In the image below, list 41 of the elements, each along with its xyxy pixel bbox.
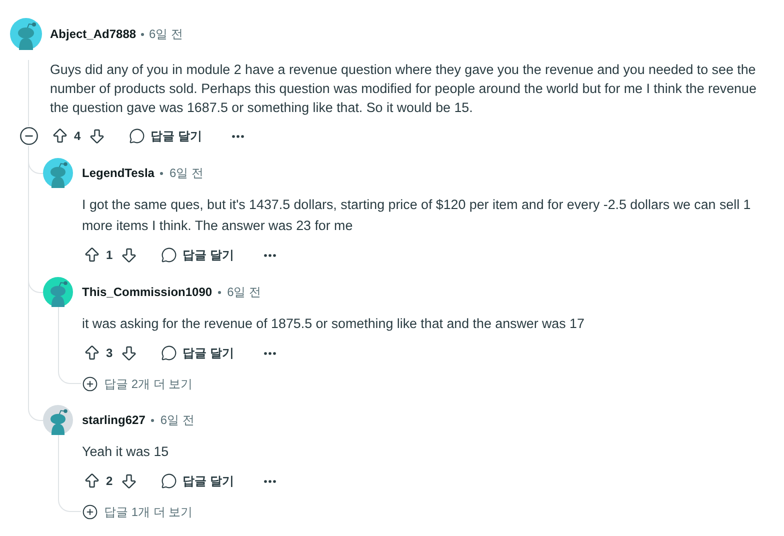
timestamp: 6일 전 xyxy=(149,26,184,42)
username[interactable]: Abject_Ad7888 xyxy=(50,27,136,41)
comment-text: Yeah it was 15 xyxy=(82,443,170,461)
avatar-icon[interactable] xyxy=(10,18,42,50)
avatar-icon[interactable] xyxy=(43,158,73,188)
username[interactable]: starling627 xyxy=(82,413,146,427)
reply-button[interactable]: 답글 달기 xyxy=(154,339,240,367)
vote-count: 4 xyxy=(74,129,81,143)
vote-count: 1 xyxy=(106,248,113,262)
comment-text: Guys did any of you in module 2 have a revenue question where they gave you the revenue and you needed to see the number of products sold. Perhaps this question was modified for people around the world but for me I think the revenue the question gave was 1687.5 or something like that. So it would be 15. xyxy=(50,61,758,117)
avatar-icon[interactable] xyxy=(43,405,73,435)
vote-count: 2 xyxy=(106,474,113,488)
username[interactable]: This_Commission1090 xyxy=(82,285,212,299)
separator-dot xyxy=(218,290,222,294)
plus-icon xyxy=(82,376,98,392)
more-replies-link[interactable]: 답글 2개 더 보기 xyxy=(82,376,193,392)
comment-text: I got the same ques, but it's 1437.5 dollars, starting price of $120 per item and for every -2.5 dollars we can sell 1 more items I think. The answer was 23 for me xyxy=(82,196,752,235)
separator-dot xyxy=(151,418,154,422)
ellipsis-icon xyxy=(232,134,244,138)
reply-button[interactable]: 답글 달기 xyxy=(154,241,240,269)
separator-dot xyxy=(141,32,144,36)
more-replies-link[interactable]: 답글 1개 더 보기 xyxy=(82,504,193,520)
speech-bubble-icon xyxy=(160,345,177,361)
timestamp: 6일 전 xyxy=(227,284,262,300)
username[interactable]: LegendTesla xyxy=(82,166,154,180)
timestamp: 6일 전 xyxy=(160,412,194,428)
comment-text: it was asking for the revenue of 1875.5 or something like that and the answer was 17 xyxy=(82,315,586,333)
reply-button[interactable]: 답글 달기 xyxy=(122,122,208,150)
separator-dot xyxy=(160,172,164,174)
ellipsis-icon xyxy=(264,480,276,482)
plus-icon xyxy=(82,504,98,520)
ellipsis-icon xyxy=(264,254,276,256)
speech-bubble-icon xyxy=(160,247,177,263)
vote-count: 3 xyxy=(106,346,113,360)
avatar-icon[interactable] xyxy=(43,277,73,307)
reply-button[interactable]: 답글 달기 xyxy=(154,467,240,495)
ellipsis-icon xyxy=(264,352,276,354)
speech-bubble-icon xyxy=(128,128,145,144)
timestamp: 6일 전 xyxy=(169,164,204,182)
collapse-button[interactable] xyxy=(19,126,39,146)
speech-bubble-icon xyxy=(160,473,177,489)
